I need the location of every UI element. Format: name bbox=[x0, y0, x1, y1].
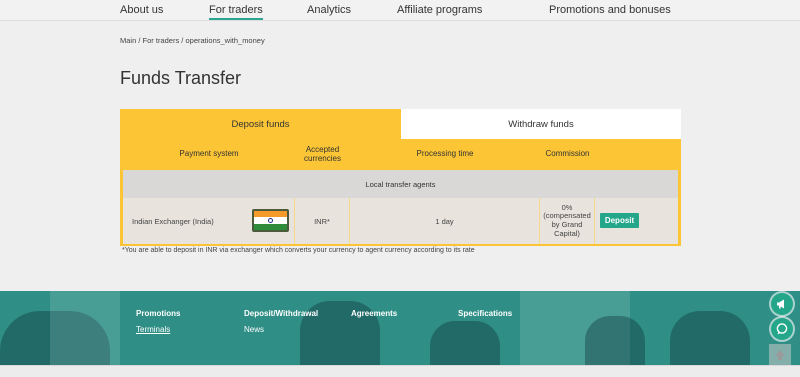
tab-deposit-funds[interactable]: Deposit funds bbox=[120, 109, 401, 139]
footer-link-terminals[interactable]: Terminals bbox=[136, 325, 170, 334]
group-local-transfer-agents: Local transfer agents bbox=[123, 170, 678, 198]
table-header: Payment system Accepted currencies Proce… bbox=[120, 139, 681, 170]
page-bottom-strip bbox=[0, 365, 800, 377]
header-commission: Commission bbox=[545, 149, 590, 159]
breadcrumb-main[interactable]: Main bbox=[120, 36, 136, 45]
nav-about-us[interactable]: About us bbox=[120, 4, 163, 16]
commission-value: 0% (compensated by Grand Capital) bbox=[543, 202, 591, 238]
footer-link-promotions[interactable]: Promotions bbox=[136, 309, 180, 318]
nav-for-traders[interactable]: For traders bbox=[209, 4, 263, 20]
nav-analytics[interactable]: Analytics bbox=[307, 4, 351, 16]
tab-withdraw-funds[interactable]: Withdraw funds bbox=[401, 109, 681, 139]
payment-system-name: Indian Exchanger (India) bbox=[132, 216, 214, 226]
processing-value: 1 day bbox=[435, 216, 454, 226]
breadcrumb-for-traders[interactable]: For traders bbox=[143, 36, 180, 45]
cell-payment-system: Indian Exchanger (India) bbox=[123, 198, 295, 244]
breadcrumb-current: operations_with_money bbox=[185, 36, 265, 45]
top-navigation: About us For traders Analytics Affiliate… bbox=[0, 0, 800, 21]
chat-icon[interactable] bbox=[771, 318, 793, 340]
footer-photo-figure bbox=[430, 321, 500, 365]
table-row: Indian Exchanger (India) INR* 1 day 0% (… bbox=[123, 198, 678, 244]
megaphone-icon[interactable] bbox=[771, 293, 793, 315]
cell-currency: INR* bbox=[295, 198, 350, 244]
nav-promotions-bonuses[interactable]: Promotions and bonuses bbox=[549, 4, 671, 16]
funds-tabs: Deposit funds Withdraw funds bbox=[120, 109, 681, 139]
footnote: *You are able to deposit in INR via exch… bbox=[122, 247, 475, 254]
footer-link-deposit-withdrawal[interactable]: Deposit/Withdrawal bbox=[244, 309, 318, 318]
footer-photo-window bbox=[50, 291, 120, 365]
header-accepted-currencies: Accepted currencies bbox=[304, 145, 341, 163]
deposit-button[interactable]: Deposit bbox=[600, 213, 639, 228]
footer: Promotions Deposit/Withdrawal Agreements… bbox=[0, 291, 800, 365]
arrow-up-icon bbox=[775, 350, 785, 360]
india-flag-icon bbox=[252, 209, 289, 232]
cell-processing-time: 1 day bbox=[350, 198, 540, 244]
footer-link-specifications[interactable]: Specifications bbox=[458, 309, 512, 318]
payment-methods-table: Payment system Accepted currencies Proce… bbox=[120, 139, 681, 246]
scroll-to-top-button[interactable] bbox=[769, 344, 791, 366]
footer-link-news[interactable]: News bbox=[244, 325, 264, 334]
page-title: Funds Transfer bbox=[120, 68, 242, 88]
breadcrumb: Main / For traders / operations_with_mon… bbox=[120, 36, 265, 45]
currency-value: INR* bbox=[314, 216, 330, 226]
nav-affiliate-programs[interactable]: Affiliate programs bbox=[397, 4, 482, 16]
footer-link-agreements[interactable]: Agreements bbox=[351, 309, 397, 318]
footer-photo-figure bbox=[670, 311, 750, 365]
header-processing-time: Processing time bbox=[416, 149, 474, 159]
cell-commission: 0% (compensated by Grand Capital) bbox=[540, 198, 595, 244]
header-payment-system: Payment system bbox=[179, 149, 239, 159]
footer-photo-figure bbox=[585, 316, 645, 365]
